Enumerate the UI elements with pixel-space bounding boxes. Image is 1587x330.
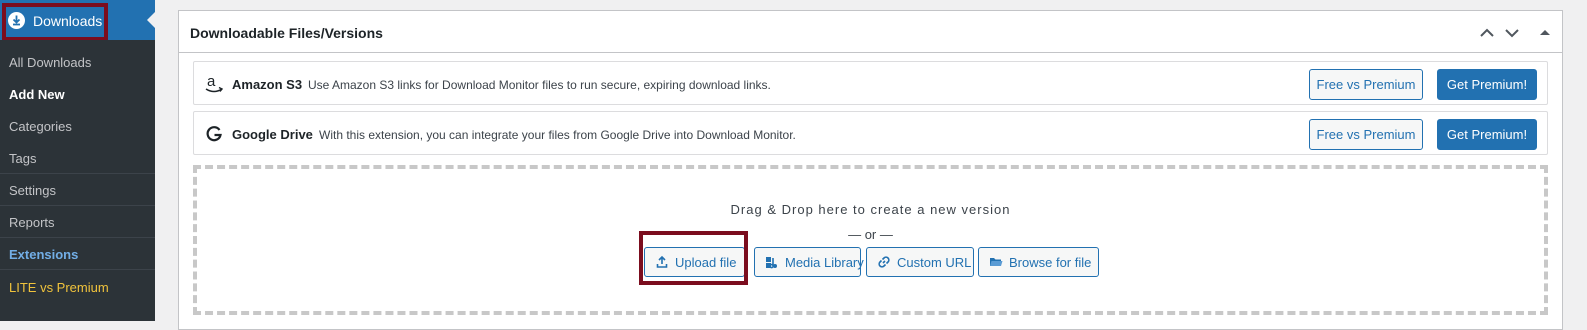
svg-text:a: a xyxy=(207,74,216,90)
sidebar-item-tags[interactable]: Tags xyxy=(9,151,36,166)
submenu-separator xyxy=(0,269,155,270)
media-library-button[interactable]: Media Library xyxy=(754,247,864,277)
extension-row-google-drive: Google Drive With this extension, you ca… xyxy=(193,111,1548,155)
free-vs-premium-button[interactable]: Free vs Premium xyxy=(1309,119,1423,150)
extension-name: Google Drive xyxy=(232,127,313,142)
get-premium-button[interactable]: Get Premium! xyxy=(1437,69,1537,100)
extension-description: Use Amazon S3 links for Download Monitor… xyxy=(308,78,771,92)
amazon-icon: a xyxy=(204,73,224,94)
downloads-submenu: All Downloads Add New Categories Tags Se… xyxy=(0,40,155,321)
upload-icon xyxy=(655,255,669,269)
upload-file-button[interactable]: Upload file xyxy=(644,247,745,277)
downloads-menu-label: Downloads xyxy=(33,13,103,29)
downloads-menu[interactable]: Downloads xyxy=(0,0,155,40)
submenu-separator xyxy=(0,173,155,174)
postbox-title: Downloadable Files/Versions xyxy=(190,25,383,41)
sidebar-item-categories[interactable]: Categories xyxy=(9,119,72,134)
browse-for-file-button[interactable]: Browse for file xyxy=(978,247,1099,277)
sidebar-item-add-new[interactable]: Add New xyxy=(9,87,65,102)
or-separator: — or — xyxy=(848,227,893,242)
extension-row-amazon-s3: a Amazon S3 Use Amazon S3 links for Down… xyxy=(193,61,1548,105)
extension-description: With this extension, you can integrate y… xyxy=(319,128,796,142)
free-vs-premium-button[interactable]: Free vs Premium xyxy=(1309,69,1423,100)
chevron-up-icon[interactable] xyxy=(1477,23,1497,43)
link-icon xyxy=(877,255,891,269)
triangle-up-icon[interactable] xyxy=(1535,23,1555,43)
custom-url-label: Custom URL xyxy=(897,254,972,270)
extension-name: Amazon S3 xyxy=(232,77,303,92)
current-menu-arrow xyxy=(147,12,155,28)
sidebar-item-all-downloads[interactable]: All Downloads xyxy=(9,55,91,70)
drag-drop-text: Drag & Drop here to create a new version xyxy=(730,202,1011,217)
sidebar-item-reports[interactable]: Reports xyxy=(9,215,55,230)
drag-drop-zone[interactable]: Drag & Drop here to create a new version… xyxy=(193,165,1548,315)
sidebar-item-lite-vs-premium[interactable]: LITE vs Premium xyxy=(9,280,109,295)
get-premium-button[interactable]: Get Premium! xyxy=(1437,119,1537,150)
submenu-separator xyxy=(0,237,155,238)
admin-sidebar: Downloads All Downloads Add New Categori… xyxy=(0,0,155,321)
sidebar-item-extensions[interactable]: Extensions xyxy=(9,247,78,262)
sidebar-item-settings[interactable]: Settings xyxy=(9,183,56,198)
submenu-separator xyxy=(0,205,155,206)
custom-url-button[interactable]: Custom URL xyxy=(866,247,974,277)
google-icon xyxy=(204,124,224,144)
chevron-down-icon[interactable] xyxy=(1502,23,1522,43)
upload-file-label: Upload file xyxy=(675,254,737,270)
media-library-label: Media Library xyxy=(785,254,864,270)
downloadable-files-postbox: Downloadable Files/Versions a Amazon S3 … xyxy=(178,10,1563,330)
download-icon xyxy=(8,12,25,29)
media-library-icon xyxy=(765,255,779,269)
folder-icon xyxy=(989,255,1003,269)
postbox-header: Downloadable Files/Versions xyxy=(179,11,1562,53)
browse-for-file-label: Browse for file xyxy=(1009,254,1092,270)
